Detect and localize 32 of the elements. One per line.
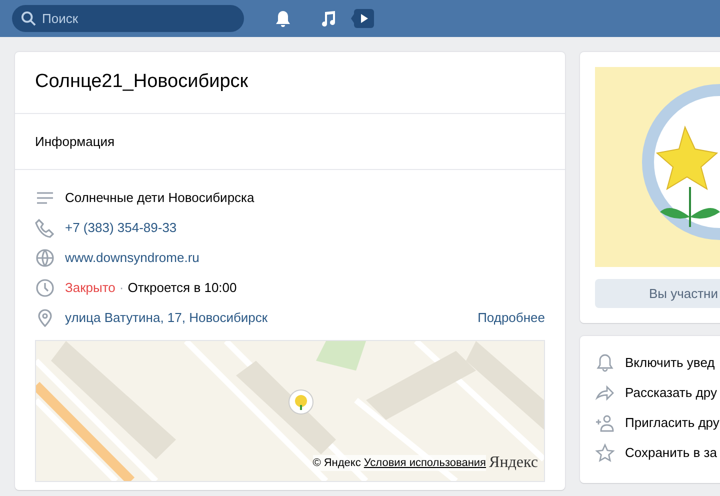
- closed-status: Закрыто: [65, 279, 116, 298]
- clock-icon: [35, 278, 55, 298]
- search-field[interactable]: Поиск: [12, 5, 244, 32]
- website-link[interactable]: www.downsyndrome.ru: [65, 248, 200, 268]
- phone-link[interactable]: +7 (383) 354-89-33: [65, 218, 177, 238]
- location-pin-icon: [35, 308, 55, 328]
- add-person-icon: [595, 413, 615, 433]
- star-icon: [595, 443, 615, 463]
- action-link[interactable]: Пригласить дру: [625, 413, 720, 433]
- map[interactable]: © Яндекс Условия использования Яндекс: [35, 340, 545, 482]
- terms-link[interactable]: Условия использования: [364, 456, 486, 468]
- action-link[interactable]: Рассказать дру: [625, 383, 717, 403]
- separator-dot: ·: [119, 279, 124, 298]
- opening-time: Откроется в 10:00: [128, 279, 237, 298]
- phone-icon: [35, 218, 55, 238]
- group-title: Солнце21_Новосибирск: [35, 71, 248, 92]
- globe-icon: [35, 248, 55, 268]
- action-link[interactable]: Сохранить в за: [625, 443, 717, 463]
- more-link[interactable]: Подробнее: [478, 308, 545, 328]
- share-arrow-icon: [595, 383, 615, 403]
- section-heading: Информация: [35, 134, 115, 148]
- map-provider-logo: Яндекс: [489, 453, 538, 473]
- video-play-icon[interactable]: [351, 9, 374, 28]
- description-text: Солнечные дети Новосибирска: [65, 189, 254, 208]
- map-copyright: © Яндекс: [312, 456, 361, 468]
- bell-icon[interactable]: [275, 10, 291, 28]
- bell-icon: [595, 353, 615, 373]
- member-button[interactable]: Вы участни: [595, 279, 720, 308]
- action-link[interactable]: Включить увед: [625, 353, 715, 373]
- address-link[interactable]: улица Ватутина, 17, Новосибирск: [65, 308, 268, 328]
- search-icon: [21, 11, 36, 26]
- music-note-icon[interactable]: [320, 10, 337, 27]
